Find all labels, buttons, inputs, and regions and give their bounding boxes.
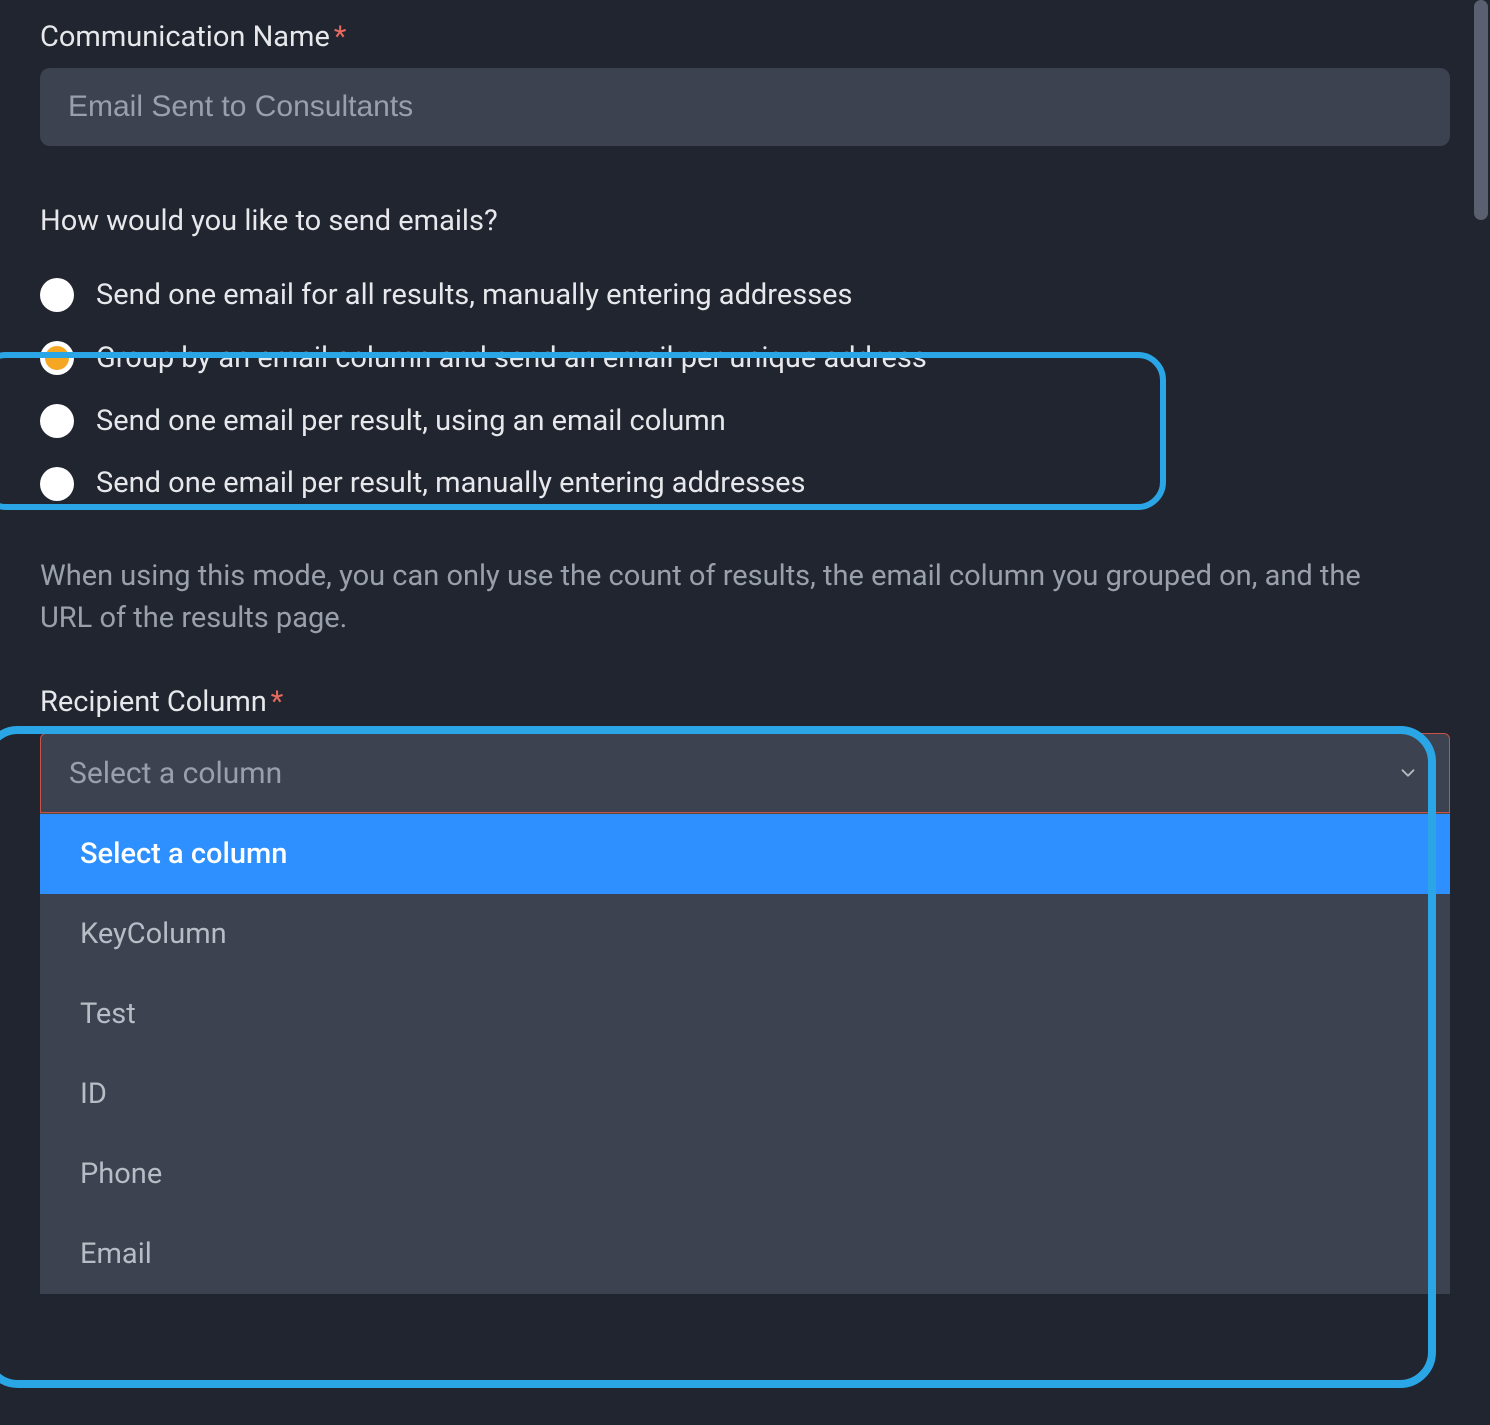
radio-option-all-results[interactable]: Send one email for all results, manually… [40, 264, 1450, 327]
radio-label: Group by an email column and send an ema… [96, 341, 927, 376]
required-asterisk: * [271, 685, 284, 719]
scrollbar[interactable] [1474, 0, 1488, 220]
option-email[interactable]: Email [40, 1214, 1450, 1294]
radio-option-per-result-manual[interactable]: Send one email per result, manually ente… [40, 452, 1450, 515]
chevron-down-icon [1395, 760, 1421, 786]
radio-input[interactable] [40, 341, 74, 375]
required-asterisk: * [334, 20, 347, 54]
radio-input[interactable] [40, 278, 74, 312]
option-test[interactable]: Test [40, 974, 1450, 1054]
radio-label: Send one email per result, manually ente… [96, 466, 806, 501]
radio-option-group-by-column[interactable]: Group by an email column and send an ema… [40, 327, 1450, 390]
option-id[interactable]: ID [40, 1054, 1450, 1134]
send-mode-radio-group: Send one email for all results, manually… [40, 264, 1450, 515]
radio-input[interactable] [40, 467, 74, 501]
send-mode-question: How would you like to send emails? [40, 204, 1450, 238]
radio-label: Send one email per result, using an emai… [96, 404, 726, 439]
recipient-column-select[interactable]: Select a column [40, 733, 1450, 813]
radio-label: Send one email for all results, manually… [96, 278, 853, 313]
communication-name-label: Communication Name* [40, 20, 1450, 54]
option-select-a-column[interactable]: Select a column [40, 814, 1450, 894]
mode-note: When using this mode, you can only use t… [40, 555, 1400, 639]
radio-option-per-result-column[interactable]: Send one email per result, using an emai… [40, 390, 1450, 453]
option-keycolumn[interactable]: KeyColumn [40, 894, 1450, 974]
recipient-column-label: Recipient Column* [40, 685, 1450, 719]
communication-name-input[interactable] [40, 68, 1450, 146]
communication-name-label-text: Communication Name [40, 20, 330, 54]
option-phone[interactable]: Phone [40, 1134, 1450, 1214]
recipient-column-label-text: Recipient Column [40, 685, 267, 719]
radio-input[interactable] [40, 404, 74, 438]
select-placeholder: Select a column [69, 756, 282, 791]
recipient-column-dropdown: Select a column KeyColumn Test ID Phone … [40, 813, 1450, 1294]
